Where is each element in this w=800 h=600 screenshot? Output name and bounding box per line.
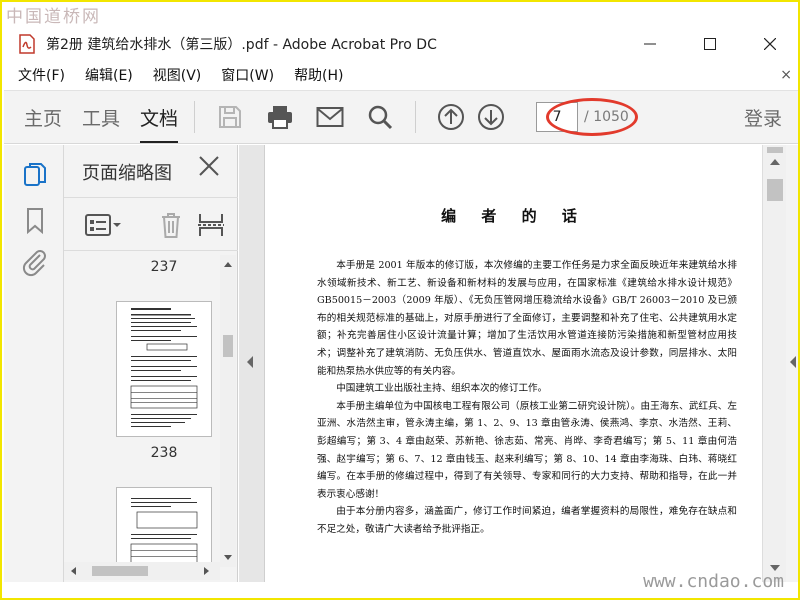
menu-view[interactable]: 视图(V) [147,65,208,85]
paragraph: 本手册主编单位为中国核电工程有限公司（原核工业第二研究设计院）。由王海东、武红兵… [317,400,737,500]
search-icon[interactable] [365,102,395,132]
thumbnail-horizontal-scrollbar[interactable] [64,562,220,580]
watermark-url: www.cndao.com [643,571,784,592]
toolbar-divider [194,101,196,133]
menu-edit[interactable]: 编辑(E) [79,65,139,85]
page-down-icon[interactable] [476,102,506,132]
login-button[interactable]: 登录 [744,104,782,131]
extract-pages-icon[interactable] [196,210,228,240]
expand-right-panel-icon[interactable] [788,355,798,369]
pdf-page: 编 者 的 话 本手册是 2001 年版本的修订版，本次修编的主要工作任务是力求… [264,145,763,582]
thumbnail-page-number: 237 [150,259,178,275]
menu-file[interactable]: 文件(F) [12,65,71,85]
menu-help[interactable]: 帮助(H) [288,65,349,85]
tab-document[interactable]: 文档 [140,91,179,143]
attachment-icon[interactable] [22,249,48,277]
paragraph: 由于本分册内容多，涵盖面广，修订工作时间紧迫，编者掌握资料的局限性，难免存在缺点… [317,506,737,535]
page-thumbnail[interactable] [116,301,212,437]
print-icon[interactable] [265,102,295,132]
collapse-left-panel-icon[interactable] [245,355,255,369]
paragraph: 中国建筑工业出版社主持、组织本次的修订工作。 [336,383,548,395]
paragraph: 本手册是 2001 年版本的修订版，本次修编的主要工作任务是力求全面反映近年来建… [317,260,737,377]
window-title: 第2册 建筑给水排水（第三版）.pdf - Adobe Acrobat Pro … [46,37,437,53]
page-highlight-annotation [546,98,638,136]
panel-title: 页面缩略图 [82,163,172,184]
page-thumbnail[interactable] [116,487,212,567]
acrobat-document-icon [18,34,36,54]
thumbnail-scrollbar[interactable] [220,255,236,567]
document-view: 编 者 的 话 本手册是 2001 年版本的修订版，本次修编的主要工作任务是力求… [239,145,763,582]
page-body-text: 本手册是 2001 年版本的修订版，本次修编的主要工作任务是力求全面反映近年来建… [317,257,737,539]
page-thumbnails-panel: 页面缩略图 237 238 [64,145,238,582]
toolbar-divider [415,101,417,133]
minimize-button[interactable] [620,26,680,62]
document-scrollbar[interactable] [762,145,786,582]
page-heading: 编 者 的 话 [441,207,587,225]
panel-toolbar [64,197,238,251]
toolbar: 主页 工具 文档 7 / 1050 登录 [4,90,798,144]
menu-window[interactable]: 窗口(W) [215,65,280,85]
page-thumbnails-icon[interactable] [22,161,48,189]
maximize-button[interactable] [680,26,740,62]
window-controls [620,26,798,62]
title-bar: 第2册 建筑给水排水（第三版）.pdf - Adobe Acrobat Pro … [4,26,798,62]
right-panel-toggle[interactable] [786,145,798,582]
menu-bar: 文件(F) 编辑(E) 视图(V) 窗口(W) 帮助(H) × [4,62,798,88]
close-button[interactable] [740,26,798,62]
email-icon[interactable] [315,102,345,132]
tab-tools[interactable]: 工具 [82,91,120,143]
options-menu-icon[interactable] [84,210,121,240]
save-icon[interactable] [215,102,245,132]
page-up-icon[interactable] [436,102,466,132]
watermark-logo-text: 中国道桥网 [6,7,101,27]
thumbnail-list: 237 238 [64,251,220,567]
thumbnail-page-number: 238 [150,445,178,461]
close-document-icon[interactable]: × [780,67,792,83]
tab-home[interactable]: 主页 [24,91,62,143]
close-panel-icon[interactable] [198,155,220,183]
delete-icon[interactable] [156,210,188,240]
navigation-rail [4,145,64,582]
screenshot-frame: 中国道桥网 第2册 建筑给水排水（第三版）.pdf - Adobe Acroba… [0,0,800,600]
bookmark-icon[interactable] [22,207,48,235]
